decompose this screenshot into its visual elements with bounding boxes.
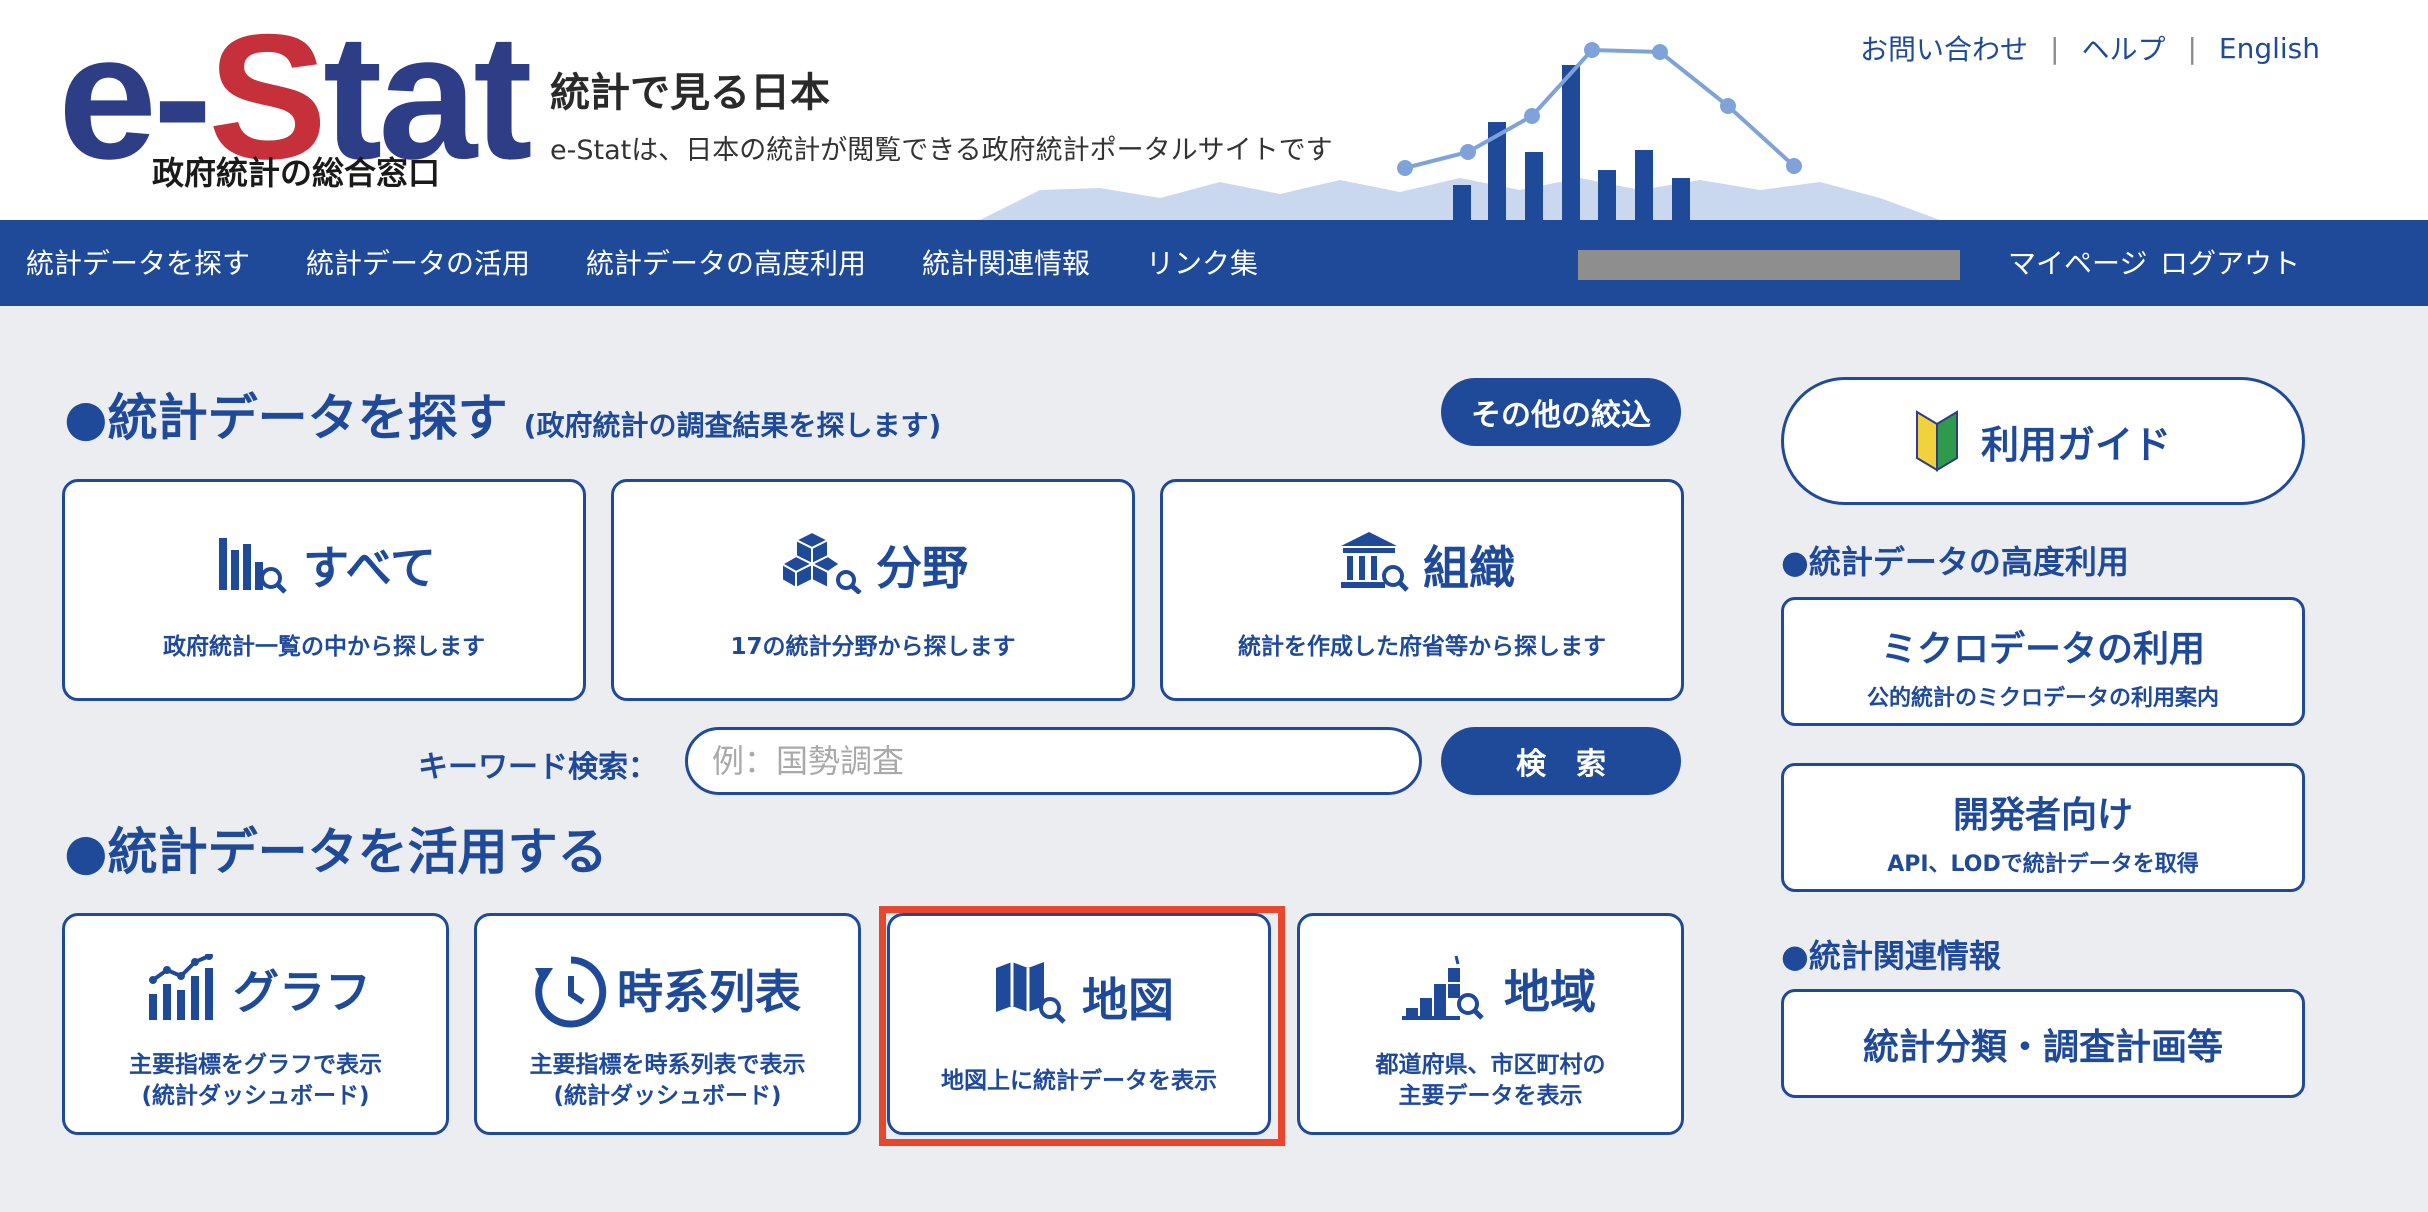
main-nav: 統計データを探す 統計データの活用 統計データの高度利用 統計関連情報 リンク集… bbox=[0, 220, 2428, 306]
card-region-desc-line2: 主要データを表示 bbox=[1398, 1083, 1583, 1110]
clock-refresh-icon bbox=[535, 956, 607, 1028]
card-region-desc: 都道府県、市区町村の 主要データを表示 bbox=[1300, 1050, 1681, 1112]
nav-use-data[interactable]: 統計データの活用 bbox=[306, 242, 530, 282]
card-graph-desc-line1: 主要指標をグラフで表示 bbox=[129, 1052, 382, 1078]
separator: | bbox=[2050, 31, 2060, 65]
site-header: e-Stat 政府統計の総合窓口 統計で見る日本 e-Statは、日本の統計が閲… bbox=[0, 0, 2428, 220]
nav-related-info[interactable]: 統計関連情報 bbox=[922, 242, 1090, 282]
card-organization-desc: 統計を作成した府省等から探します bbox=[1238, 634, 1606, 660]
beginner-mark-icon bbox=[1915, 410, 1958, 472]
advanced-use-heading: ●統計データの高度利用 bbox=[1781, 543, 2129, 581]
card-graph-desc: 主要指標をグラフで表示 (統計ダッシュボード) bbox=[65, 1050, 446, 1112]
card-graph-title: グラフ bbox=[233, 965, 371, 1019]
card-organization-title: 組織 bbox=[1423, 541, 1515, 595]
developer-subtitle: API、LODで統計データを取得 bbox=[1887, 852, 2199, 877]
building-search-icon bbox=[1341, 532, 1409, 592]
card-graph-desc-line2: (統計ダッシュボード) bbox=[141, 1083, 370, 1110]
card-all-title: すべて bbox=[303, 541, 436, 595]
cubes-search-icon bbox=[782, 530, 862, 594]
separator: | bbox=[2187, 31, 2197, 65]
card-region[interactable]: 地域 都道府県、市区町村の 主要データを表示 bbox=[1297, 913, 1684, 1135]
guide-button[interactable]: 利用ガイド bbox=[1781, 377, 2305, 505]
card-time-series-desc-line1: 主要指標を時系列表で表示 bbox=[529, 1052, 806, 1078]
classification-box[interactable]: 統計分類・調査計画等 bbox=[1781, 989, 2305, 1098]
related-info-heading: ●統計関連情報 bbox=[1781, 937, 2001, 975]
classification-title: 統計分類・調査計画等 bbox=[1862, 1026, 2223, 1068]
graph-icon bbox=[149, 954, 213, 1020]
use-section-heading: ●統計データを活用する bbox=[64, 823, 608, 881]
english-link[interactable]: English bbox=[2219, 32, 2320, 65]
keyword-search-input[interactable] bbox=[685, 727, 1422, 795]
microdata-title: ミクロデータの利用 bbox=[1880, 629, 2205, 670]
region-stairs-icon bbox=[1402, 955, 1484, 1020]
guide-button-label: 利用ガイド bbox=[1980, 422, 2171, 467]
developer-box[interactable]: 開発者向け API、LODで統計データを取得 bbox=[1781, 763, 2305, 892]
highlight-box bbox=[879, 906, 1285, 1146]
card-all-desc: 政府統計一覧の中から探します bbox=[163, 634, 485, 660]
other-filter-button[interactable]: その他の絞込 bbox=[1441, 378, 1681, 446]
microdata-box[interactable]: ミクロデータの利用 公的統計のミクロデータの利用案内 bbox=[1781, 597, 2305, 726]
contact-link[interactable]: お問い合わせ bbox=[1860, 28, 2028, 68]
card-region-desc-line1: 都道府県、市区町村の bbox=[1375, 1052, 1606, 1078]
nav-mypage[interactable]: マイページ bbox=[2008, 242, 2147, 282]
developer-title: 開発者向け bbox=[1952, 795, 2133, 836]
redacted-username bbox=[1578, 250, 1960, 280]
card-field[interactable]: 分野 17の統計分野から探します bbox=[611, 479, 1135, 701]
site-title: 統計で見る日本 bbox=[550, 70, 830, 116]
search-section-subheading: (政府統計の調査結果を探します) bbox=[523, 409, 942, 442]
card-field-title: 分野 bbox=[876, 541, 968, 595]
nav-search-data[interactable]: 統計データを探す bbox=[26, 242, 250, 282]
card-all[interactable]: すべて 政府統計一覧の中から探します bbox=[62, 479, 586, 701]
microdata-subtitle: 公的統計のミクロデータの利用案内 bbox=[1866, 686, 2219, 711]
card-time-series-desc-line2: (統計ダッシュボード) bbox=[553, 1083, 782, 1110]
search-section-heading: ●統計データを探す (政府統計の調査結果を探します) bbox=[64, 389, 942, 447]
card-organization[interactable]: 組織 統計を作成した府省等から探します bbox=[1160, 479, 1684, 701]
logo-subtitle: 政府統計の総合窓口 bbox=[152, 154, 441, 192]
nav-advanced-use[interactable]: 統計データの高度利用 bbox=[586, 242, 866, 282]
nav-links[interactable]: リンク集 bbox=[1146, 242, 1258, 282]
card-graph[interactable]: グラフ 主要指標をグラフで表示 (統計ダッシュボード) bbox=[62, 913, 449, 1135]
card-time-series-desc: 主要指標を時系列表で表示 (統計ダッシュボード) bbox=[477, 1050, 858, 1112]
card-time-series-title: 時系列表 bbox=[617, 965, 801, 1019]
help-link[interactable]: ヘルプ bbox=[2081, 28, 2165, 68]
header-chart-graphic bbox=[980, 42, 1940, 220]
card-time-series[interactable]: 時系列表 主要指標を時系列表で表示 (統計ダッシュボード) bbox=[474, 913, 861, 1135]
card-region-title: 地域 bbox=[1504, 965, 1596, 1019]
keyword-search-label: キーワード検索： bbox=[418, 750, 658, 785]
top-links: お問い合わせ | ヘルプ | English bbox=[1860, 28, 2320, 68]
nav-logout[interactable]: ログアウト bbox=[2160, 242, 2300, 282]
search-button[interactable]: 検 索 bbox=[1441, 727, 1681, 795]
bar-chart-search-icon bbox=[219, 538, 287, 594]
card-field-desc: 17の統計分野から探します bbox=[730, 634, 1016, 660]
